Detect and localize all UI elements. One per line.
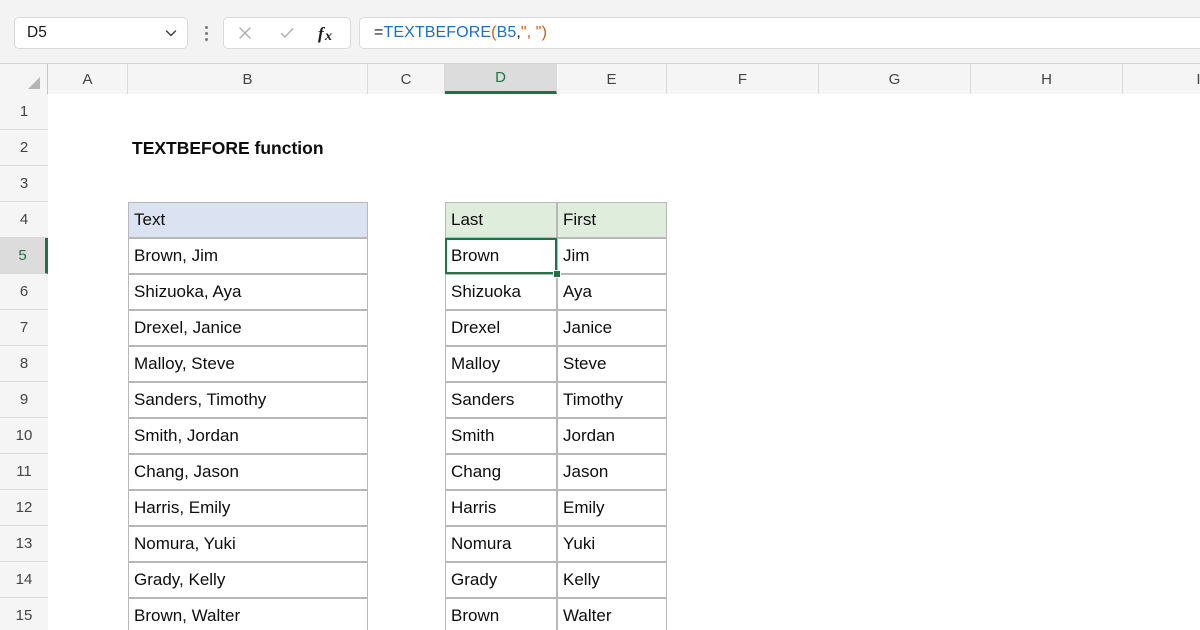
table-last-row[interactable]: Drexel [445,310,557,346]
chevron-down-icon[interactable] [163,25,179,41]
table-last-header[interactable]: Last [445,202,557,238]
formula-text: =TEXTBEFORE(B5,", ") [374,24,547,42]
row-header-10[interactable]: 10 [0,418,48,454]
row-header-15[interactable]: 15 [0,598,48,630]
table-last-row[interactable]: Brown [445,238,557,274]
column-header-h[interactable]: H [971,64,1123,94]
name-box-value: D5 [27,24,48,41]
table-text-row[interactable]: Brown, Walter [128,598,368,630]
table-text-row[interactable]: Smith, Jordan [128,418,368,454]
table-first-row[interactable]: Walter [557,598,667,630]
row-header-9[interactable]: 9 [0,382,48,418]
table-first-row[interactable]: Jordan [557,418,667,454]
dot [204,31,208,35]
column-header-c[interactable]: C [368,64,445,94]
column-header-d[interactable]: D [445,64,557,94]
table-text-row[interactable]: Harris, Emily [128,490,368,526]
row-header-13[interactable]: 13 [0,526,48,562]
row-header-8[interactable]: 8 [0,346,48,382]
select-all-corner[interactable] [0,64,48,94]
row-header-2[interactable]: 2 [0,130,48,166]
insert-function-fx-icon[interactable]: f x [308,18,350,48]
table-last-row[interactable]: Chang [445,454,557,490]
svg-text:x: x [324,29,332,44]
table-last-row[interactable]: Grady [445,562,557,598]
table-first-row[interactable]: Yuki [557,526,667,562]
table-text-row[interactable]: Sanders, Timothy [128,382,368,418]
table-text-header[interactable]: Text [128,202,368,238]
column-header-b[interactable]: B [128,64,368,94]
row-header-5[interactable]: 5 [0,238,48,274]
formula-input[interactable]: =TEXTBEFORE(B5,", ") [359,17,1200,49]
column-header-g[interactable]: G [819,64,971,94]
row-header-6[interactable]: 6 [0,274,48,310]
table-text-row[interactable]: Nomura, Yuki [128,526,368,562]
formula-bar-region: D5 f x =TEXTBEFORE(B5,", ") [0,0,1200,64]
column-headers: ABCDEFGHI [0,64,1200,94]
column-header-e[interactable]: E [557,64,667,94]
formula-action-buttons: f x [223,17,351,49]
fill-handle[interactable] [553,270,561,278]
table-last-row[interactable]: Nomura [445,526,557,562]
table-last-row[interactable]: Sanders [445,382,557,418]
table-first-header[interactable]: First [557,202,667,238]
table-last-row[interactable]: Malloy [445,346,557,382]
table-first-row[interactable]: Jason [557,454,667,490]
spreadsheet-grid: ABCDEFGHI 1 2 3 4 5 6 7 8 9 10 11 12 13 14 15 TEXTBEFO… [0,64,1200,630]
formula-token: TEXTBEFORE [383,24,492,41]
table-first-row[interactable]: Timothy [557,382,667,418]
row-header-7[interactable]: 7 [0,310,48,346]
table-text-row[interactable]: Chang, Jason [128,454,368,490]
table-last-row[interactable]: Harris [445,490,557,526]
title-cell[interactable]: TEXTBEFORE function [128,130,368,166]
table-text-row[interactable]: Malloy, Steve [128,346,368,382]
row-header-1[interactable]: 1 [0,94,48,130]
table-first-row[interactable]: Emily [557,490,667,526]
row-headers: 1 2 3 4 5 6 7 8 9 10 11 12 13 14 15 [0,94,48,630]
dot [204,37,208,41]
table-first-row[interactable]: Aya [557,274,667,310]
table-text-row[interactable]: Shizuoka, Aya [128,274,368,310]
row-header-14[interactable]: 14 [0,562,48,598]
table-last-row[interactable]: Brown [445,598,557,630]
formula-token: ", " [520,24,542,41]
formula-token: ) [541,24,547,41]
table-first-row[interactable]: Jim [557,238,667,274]
row-header-3[interactable]: 3 [0,166,48,202]
table-first-row[interactable]: Janice [557,310,667,346]
cancel-x-icon[interactable] [224,18,266,48]
more-options-icon[interactable] [196,17,216,49]
name-box[interactable]: D5 [14,17,188,49]
column-header-i[interactable]: I [1123,64,1200,94]
column-header-a[interactable]: A [48,64,128,94]
formula-token: B5 [496,24,517,41]
table-first-row[interactable]: Kelly [557,562,667,598]
row-header-4[interactable]: 4 [0,202,48,238]
row-header-11[interactable]: 11 [0,454,48,490]
table-last-row[interactable]: Shizuoka [445,274,557,310]
table-first-row[interactable]: Steve [557,346,667,382]
table-text-row[interactable]: Brown, Jim [128,238,368,274]
confirm-check-icon[interactable] [266,18,308,48]
dot [204,25,208,29]
row-header-12[interactable]: 12 [0,490,48,526]
table-text-row[interactable]: Drexel, Janice [128,310,368,346]
table-text-row[interactable]: Grady, Kelly [128,562,368,598]
column-header-f[interactable]: F [667,64,819,94]
cell-area[interactable]: TEXTBEFORE function Text Brown, Jim Shizuok… [48,94,1200,630]
table-last-row[interactable]: Smith [445,418,557,454]
